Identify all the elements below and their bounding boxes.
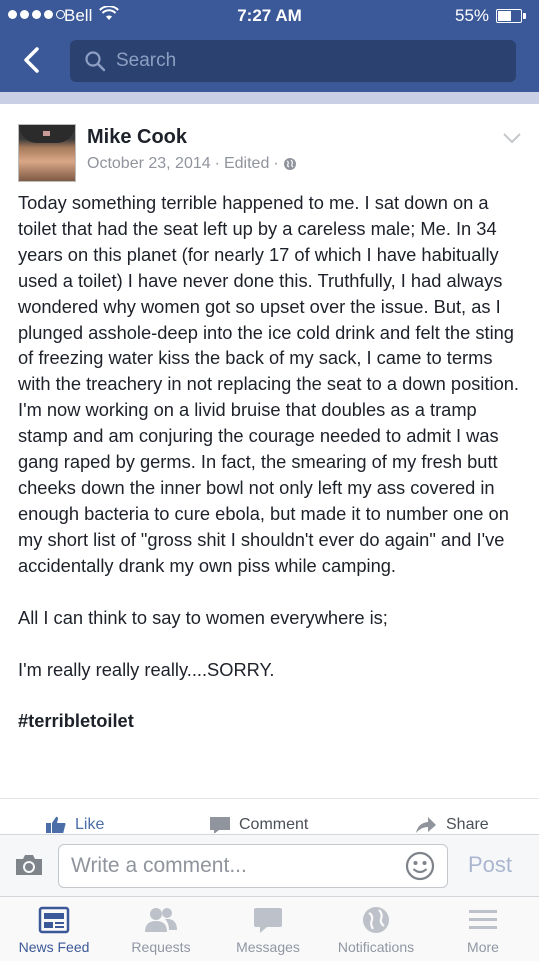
tab-messages[interactable]: Messages: [214, 905, 322, 955]
share-button[interactable]: Share: [414, 815, 489, 833]
comment-label: Comment: [239, 816, 309, 833]
meta-separator: ·: [273, 155, 279, 172]
camera-icon[interactable]: [14, 853, 44, 877]
battery-fill: [498, 11, 512, 21]
chevron-left-icon[interactable]: [18, 46, 46, 74]
tab-label: Notifications: [337, 939, 415, 955]
hashtag-link[interactable]: #terribletoilet: [18, 708, 528, 734]
smiley-icon[interactable]: [405, 851, 435, 881]
post-comment-button[interactable]: Post: [468, 852, 512, 878]
search-placeholder: Search: [116, 50, 177, 71]
battery-icon: [496, 9, 526, 23]
tab-label: More: [467, 939, 499, 955]
meta-separator: ·: [214, 155, 220, 172]
comment-bar: Write a comment... Post: [0, 834, 539, 897]
post-meta: October 23, 2014 · Edited ·: [87, 155, 297, 173]
post-paragraph: All I can think to say to women everywhe…: [18, 606, 388, 628]
status-bar: Bell 7:27 AM 55%: [0, 0, 539, 32]
thumbs-up-icon: [46, 816, 66, 833]
globe-icon: [283, 158, 296, 170]
comment-input[interactable]: Write a comment...: [58, 844, 448, 888]
tab-label: Requests: [131, 939, 191, 955]
post-date[interactable]: October 23, 2014: [87, 155, 211, 173]
post-paragraph: Today something terrible happened to me.…: [18, 192, 520, 576]
globe-icon: [363, 907, 389, 933]
like-button[interactable]: Like: [45, 815, 104, 833]
like-label: Like: [75, 816, 105, 833]
battery-percentage: 55%: [455, 6, 490, 25]
post-body: Today something terrible happened to me.…: [18, 190, 528, 734]
tab-more[interactable]: More: [429, 905, 537, 955]
tab-news-feed[interactable]: News Feed: [0, 905, 108, 955]
friend-requests-icon: [145, 908, 177, 932]
messages-icon: [254, 908, 282, 933]
share-label: Share: [446, 816, 489, 833]
news-feed-icon: [38, 906, 70, 934]
comment-button[interactable]: Comment: [209, 815, 308, 833]
post-card: Mike Cook October 23, 2014 · Edited · To…: [0, 104, 539, 839]
edited-label[interactable]: Edited: [224, 155, 269, 173]
tab-requests[interactable]: Requests: [107, 905, 215, 955]
feed-divider: [0, 92, 539, 104]
bottom-tab-bar: News Feed Requests Messages Notification…: [0, 896, 539, 961]
share-arrow-icon: [416, 817, 436, 833]
search-icon: [85, 51, 106, 72]
top-bar: Bell 7:27 AM 55% Search: [0, 0, 539, 92]
chevron-down-icon[interactable]: [502, 131, 522, 145]
tab-label: News Feed: [18, 939, 90, 955]
comment-placeholder: Write a comment...: [71, 854, 247, 877]
search-input[interactable]: Search: [70, 40, 516, 82]
tab-label: Messages: [236, 939, 300, 955]
post-author[interactable]: Mike Cook: [87, 126, 187, 149]
menu-icon: [469, 910, 497, 929]
avatar[interactable]: [18, 124, 76, 182]
post-actions: Like Comment Share: [0, 798, 539, 833]
comment-bubble-icon: [210, 817, 230, 833]
post-paragraph: I'm really really really....SORRY.: [18, 658, 275, 680]
tab-notifications[interactable]: Notifications: [322, 905, 430, 955]
